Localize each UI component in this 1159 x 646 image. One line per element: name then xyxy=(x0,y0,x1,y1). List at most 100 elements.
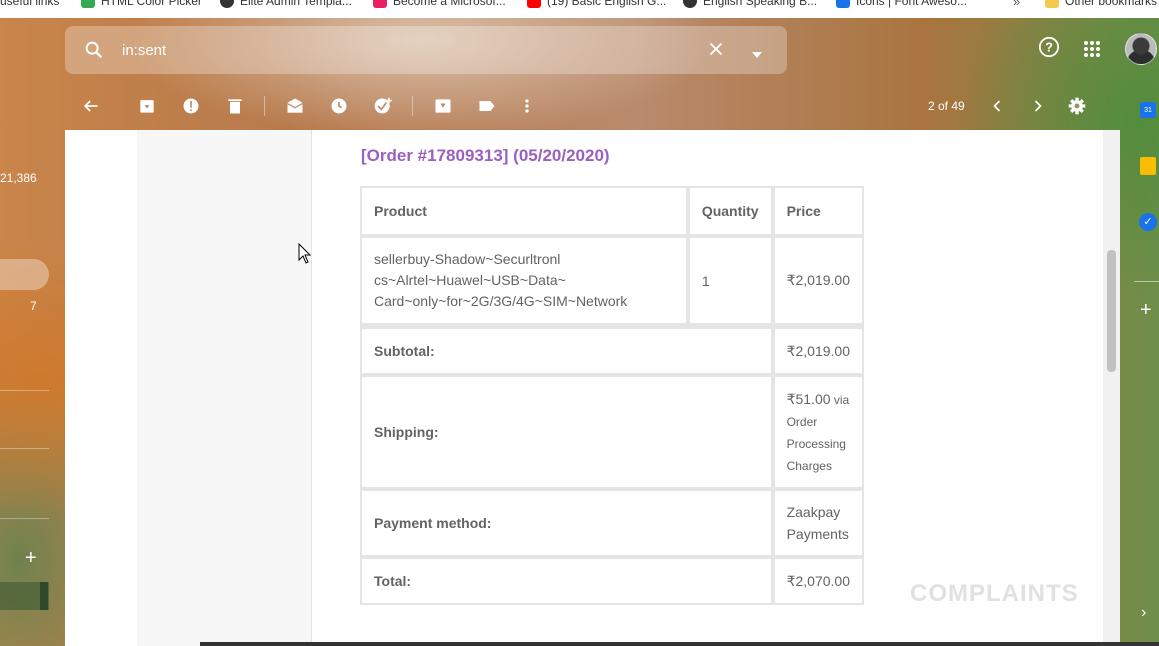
header-product: Product xyxy=(360,186,688,236)
payment-row: Payment method: Zaakpay Payments xyxy=(360,489,864,557)
header-quantity: Quantity xyxy=(687,186,773,236)
sidebar-scrollbar[interactable] xyxy=(0,582,49,610)
elite-admin-icon xyxy=(220,0,234,8)
close-icon[interactable] xyxy=(705,38,727,65)
table-header-row: Product Quantity Price xyxy=(360,186,864,236)
sidebar-item-selected[interactable] xyxy=(0,259,49,290)
archive-icon[interactable] xyxy=(137,96,157,121)
bookmark-label: Other bookmarks xyxy=(1065,0,1158,8)
bookmark-basic-english[interactable]: (19) Basic English G... xyxy=(527,0,666,8)
order-table: Product Quantity Price sellerbuy-Shadow~… xyxy=(360,186,864,605)
search-input[interactable]: in:sent xyxy=(122,42,166,59)
product-name: sellerbuy-Shadow~Securltronl cs~Alrtel~H… xyxy=(374,249,674,312)
mouse-cursor-icon xyxy=(298,242,312,270)
watermark: COMPLAINTS xyxy=(910,580,1079,607)
search-icon[interactable] xyxy=(83,39,105,66)
shipping-amount: ₹51.00 xyxy=(786,390,831,407)
folder-icon xyxy=(1045,0,1059,8)
move-to-icon[interactable] xyxy=(433,96,453,121)
product-cell: sellerbuy-Shadow~Securltronl cs~Alrtel~H… xyxy=(360,236,688,325)
bookmark-useful-links[interactable]: useful links xyxy=(0,0,59,8)
bookmark-label: Icons | Font Aweso... xyxy=(856,0,967,8)
table-row: sellerbuy-Shadow~Securltronl cs~Alrtel~H… xyxy=(360,236,864,325)
payment-value-line: Payments xyxy=(786,526,849,542)
email-scrollbar-track[interactable] xyxy=(1103,130,1120,646)
total-value: ₹2,070.00 xyxy=(772,557,864,605)
bookmark-label: HTML Color Picker xyxy=(101,0,202,8)
toolbar-divider xyxy=(412,96,413,116)
product-name-line: cs~Alrtel~Huawel~USB~Data~ xyxy=(374,272,566,288)
label-icon[interactable] xyxy=(477,96,497,121)
add-label-plus-icon[interactable]: + xyxy=(25,547,37,570)
report-spam-icon[interactable] xyxy=(181,96,201,121)
delete-icon[interactable] xyxy=(225,96,245,121)
font-awesome-icon xyxy=(836,0,850,8)
more-vert-icon[interactable] xyxy=(520,96,534,121)
bookmark-english-speaking[interactable]: English Speaking B... xyxy=(683,0,817,8)
payment-value: Zaakpay Payments xyxy=(787,501,850,545)
youtube-icon xyxy=(527,0,541,8)
sidebar-item-count: 7 xyxy=(30,299,37,313)
bookmarks-bar: useful links HTML Color Picker Elite Adm… xyxy=(0,0,1159,18)
shipping-row: Shipping: ₹51.00 via Order Processing Ch… xyxy=(360,375,864,489)
chevron-left-icon[interactable] xyxy=(990,96,1004,121)
help-icon[interactable]: ? xyxy=(1038,36,1060,63)
bookmark-label: Become a Microsof... xyxy=(393,0,506,8)
keep-icon[interactable] xyxy=(1140,157,1156,175)
bookmark-microsoft[interactable]: Become a Microsof... xyxy=(373,0,506,8)
search-bar[interactable]: in:sent xyxy=(65,26,787,74)
tasks-icon[interactable]: ✓ xyxy=(1139,213,1157,231)
sidebar-scroll-thumb[interactable] xyxy=(40,582,48,610)
bookmark-label: useful links xyxy=(0,0,60,8)
header-price: Price xyxy=(772,186,864,236)
globe-icon xyxy=(683,0,697,8)
add-to-tasks-icon[interactable] xyxy=(373,96,393,121)
payment-value-cell: Zaakpay Payments xyxy=(772,489,864,557)
total-label: Total: xyxy=(360,557,773,605)
taskbar-edge xyxy=(200,642,1159,646)
shipping-method-line: Charges xyxy=(786,458,832,473)
order-title: [Order #17809313] (05/20/2020) xyxy=(361,146,610,165)
bookmarks-overflow-icon[interactable]: » xyxy=(1013,0,1020,9)
side-panel-divider xyxy=(1134,281,1159,282)
avatar[interactable] xyxy=(1125,33,1157,65)
microsoft-icon xyxy=(373,0,387,8)
get-addons-plus-icon[interactable]: + xyxy=(1140,299,1152,322)
search-options-icon[interactable] xyxy=(751,46,763,64)
payment-label: Payment method: xyxy=(360,489,773,557)
bookmark-html-color-picker[interactable]: HTML Color Picker xyxy=(81,0,202,8)
gear-icon[interactable] xyxy=(1067,96,1087,121)
shipping-method-line: Processing xyxy=(786,436,846,451)
bookmark-label: English Speaking B... xyxy=(703,0,818,8)
bookmark-elite-admin[interactable]: Elite Admin Templa... xyxy=(220,0,352,8)
apps-grid-icon[interactable] xyxy=(1083,40,1101,63)
subtotal-row: Subtotal: ₹2,019.00 xyxy=(360,325,864,375)
show-side-panel-icon[interactable]: › xyxy=(1141,604,1146,622)
sidebar-divider xyxy=(0,390,49,391)
shipping-method-line: Order xyxy=(786,414,818,429)
subtotal-label: Subtotal: xyxy=(360,325,773,375)
bookmark-font-awesome[interactable]: Icons | Font Aweso... xyxy=(836,0,967,8)
product-name-line: Card~only~for~2G/3G/4G~SIM~Network xyxy=(374,293,628,309)
snooze-clock-icon[interactable] xyxy=(329,96,349,121)
calendar-icon[interactable]: 31 xyxy=(1140,102,1156,118)
chevron-right-icon[interactable] xyxy=(1031,96,1045,121)
email-scrollbar-thumb[interactable] xyxy=(1107,250,1116,372)
bookmark-other[interactable]: Other bookmarks xyxy=(1045,0,1157,8)
shipping-value: ₹51.00 via Order Processing Charges xyxy=(787,388,850,477)
shipping-value-cell: ₹51.00 via Order Processing Charges xyxy=(772,375,864,489)
total-row: Total: ₹2,070.00 xyxy=(360,557,864,605)
inbox-count: 21,386 xyxy=(0,171,37,185)
price-cell: ₹2,019.00 xyxy=(772,236,864,325)
sidebar-divider xyxy=(0,518,49,519)
shipping-label: Shipping: xyxy=(360,375,773,489)
back-arrow-icon[interactable] xyxy=(81,96,101,121)
subtotal-value: ₹2,019.00 xyxy=(772,325,864,375)
shipping-via: via xyxy=(833,392,850,407)
pagination-count: 2 of 49 xyxy=(928,99,965,113)
svg-text:?: ? xyxy=(1045,40,1053,55)
toolbar-divider xyxy=(264,96,265,116)
quantity-cell: 1 xyxy=(687,236,773,325)
payment-value-line: Zaakpay xyxy=(786,504,841,520)
mark-unread-icon[interactable] xyxy=(285,96,305,121)
